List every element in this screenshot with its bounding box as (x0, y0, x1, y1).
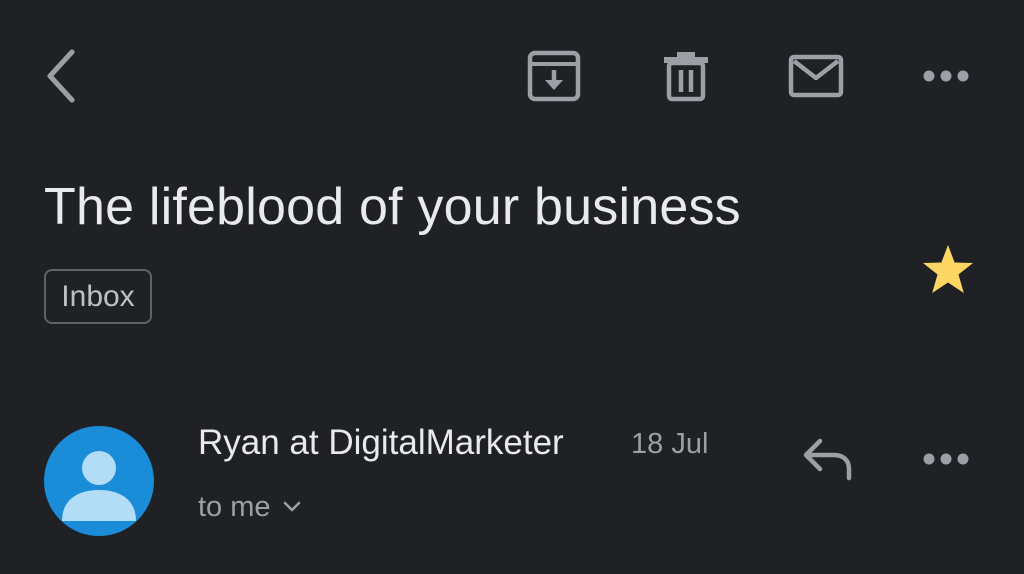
reply-button[interactable] (796, 428, 860, 490)
recipient-label: to me (198, 490, 271, 523)
sender-name[interactable]: Ryan at DigitalMarketer (198, 420, 564, 466)
email-view-screen: The lifeblood of your business Inbox Rya… (0, 0, 1024, 574)
chevron-down-icon (283, 501, 300, 512)
mark-unread-button[interactable] (782, 42, 850, 110)
top-toolbar (0, 0, 1024, 150)
more-horizontal-icon (923, 453, 969, 465)
sender-avatar[interactable] (44, 426, 154, 536)
more-horizontal-icon (923, 70, 969, 82)
back-button[interactable] (30, 40, 90, 112)
chevron-left-icon (47, 49, 75, 103)
message-date: 18 Jul (631, 428, 709, 460)
recipient-toggle[interactable]: to me (198, 486, 301, 528)
email-subject: The lifeblood of your business (44, 178, 741, 236)
archive-button[interactable] (520, 42, 588, 110)
inbox-label-chip[interactable]: Inbox (44, 269, 152, 324)
delete-button[interactable] (652, 42, 720, 110)
star-button[interactable] (916, 240, 980, 300)
more-options-button[interactable] (912, 42, 980, 110)
message-more-button[interactable] (912, 428, 980, 490)
trash-icon (664, 52, 708, 102)
mail-icon (788, 54, 844, 98)
reply-icon (803, 438, 852, 481)
person-icon (44, 426, 154, 536)
star-icon (923, 245, 973, 293)
archive-icon (527, 50, 581, 102)
